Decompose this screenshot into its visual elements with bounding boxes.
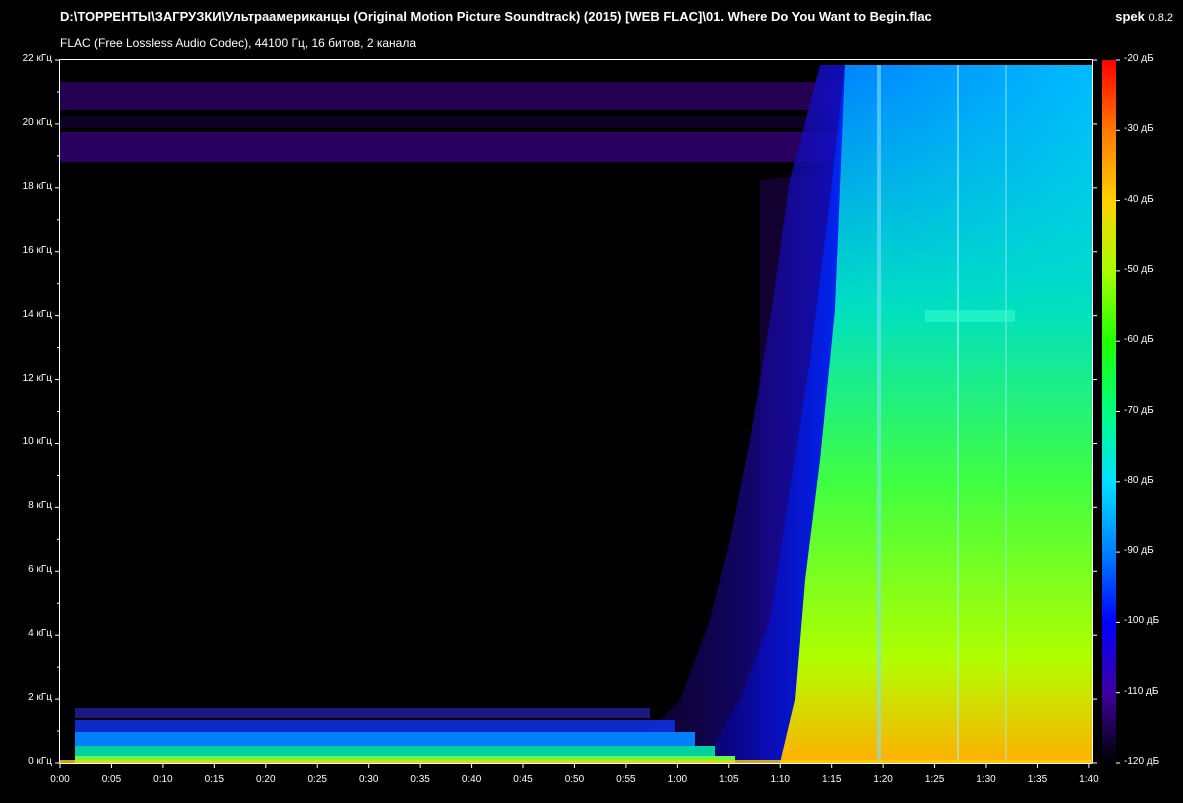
time-tick-label: 1:20 — [873, 774, 893, 785]
time-tick-label: 1:10 — [770, 774, 790, 785]
colorbar-tick-label: -70 дБ — [1124, 404, 1154, 416]
colorbar-tick-label: -50 дБ — [1124, 263, 1154, 275]
time-tick-label: 0:20 — [256, 774, 276, 785]
time-tick-label: 0:10 — [153, 774, 173, 785]
time-tick-label: 1:30 — [976, 774, 996, 785]
freq-tick-label: 10 кГц — [22, 436, 52, 448]
colorbar-tick-label: -80 дБ — [1124, 474, 1154, 486]
freq-tick-label: 0 кГц — [28, 756, 52, 767]
colorbar-tick-label: -60 дБ — [1124, 334, 1154, 346]
time-tick-label: 1:00 — [667, 774, 688, 785]
freq-tick-label: 14 кГц — [22, 308, 52, 320]
time-tick-label: 1:25 — [924, 774, 945, 785]
time-tick-label: 0:50 — [564, 774, 585, 785]
freq-tick-label: 8 кГц — [28, 500, 52, 512]
time-tick-label: 1:15 — [821, 774, 842, 785]
colorbar-tick-label: -30 дБ — [1124, 123, 1154, 135]
freq-tick-label: 20 кГц — [22, 116, 52, 128]
colorbar-tick-label: -40 дБ — [1124, 193, 1154, 205]
colorbar-tick-label: -100 дБ — [1124, 615, 1160, 627]
time-tick-label: 0:05 — [101, 774, 122, 785]
time-tick-label: 1:35 — [1027, 774, 1048, 785]
axis-lines — [55, 59, 1120, 768]
time-tick-label: 0:35 — [410, 774, 430, 785]
time-tick-label: 0:55 — [616, 774, 636, 785]
freq-tick-label: 2 кГц — [28, 692, 52, 704]
freq-tick-label: 4 кГц — [28, 628, 52, 640]
time-tick-label: 0:00 — [50, 774, 70, 785]
freq-tick-label: 16 кГц — [22, 244, 52, 256]
colorbar-tick-label: -90 дБ — [1124, 545, 1154, 557]
time-tick-label: 0:40 — [461, 774, 482, 785]
time-tick-label: 0:25 — [307, 774, 327, 785]
colorbar-tick-label: -120 дБ — [1124, 756, 1160, 767]
freq-tick-label: 18 кГц — [22, 180, 52, 192]
time-tick-label: 1:05 — [719, 774, 739, 785]
time-tick-label: 0:45 — [513, 774, 533, 785]
freq-tick-label: 6 кГц — [28, 564, 52, 576]
colorbar-tick-label: -110 дБ — [1124, 685, 1159, 697]
colorbar-tick-label: -20 дБ — [1124, 53, 1154, 64]
time-tick-label: 1:40 — [1079, 774, 1099, 785]
axes: 0 кГц 2 кГц 4 кГц 6 кГц 8 кГц 10 кГц 12 кГц 14 … — [0, 0, 1183, 803]
time-tick-label: 0:30 — [358, 774, 379, 785]
freq-tick-label: 22 кГц — [22, 53, 52, 64]
freq-tick-label: 12 кГц — [22, 372, 52, 384]
time-tick-label: 0:15 — [204, 774, 225, 785]
